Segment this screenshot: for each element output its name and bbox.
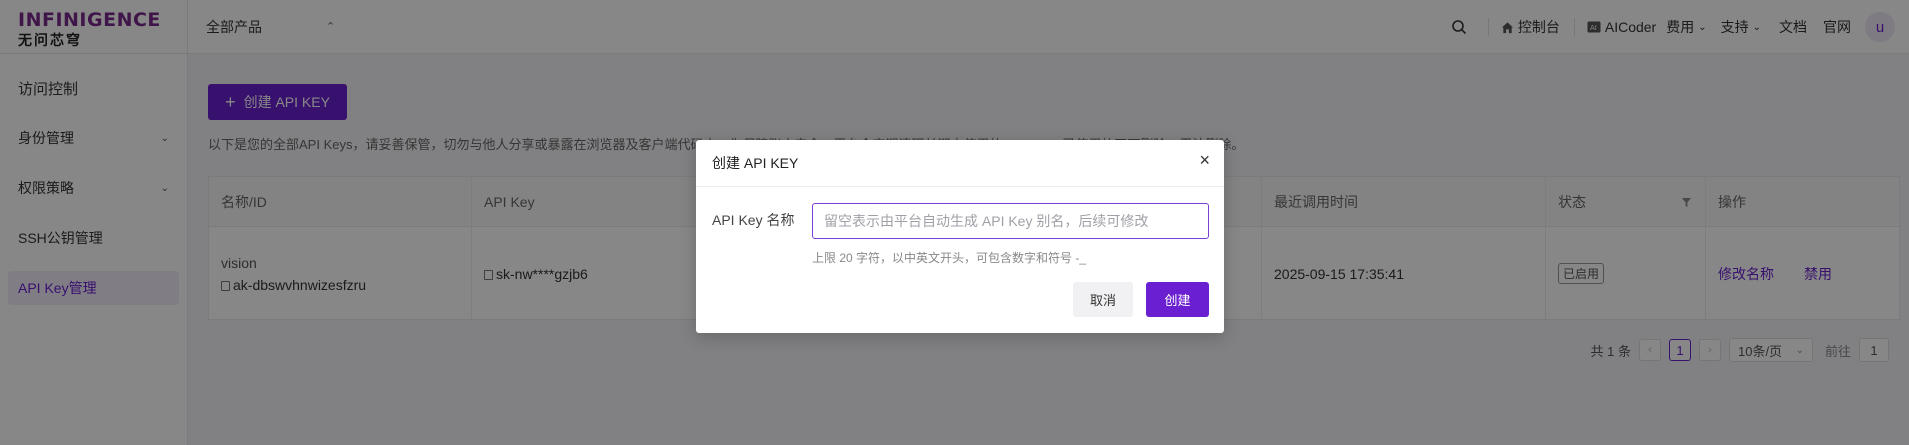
close-icon[interactable]: × [1199, 150, 1210, 171]
dialog-divider [696, 186, 1224, 187]
api-key-name-input[interactable] [812, 203, 1209, 239]
app-root: INFINIGENCE 无问芯穹 全部产品 ⌃ 控制台 AI AICoder 费… [0, 0, 1909, 445]
cancel-button[interactable]: 取消 [1073, 282, 1133, 317]
create-button[interactable]: 创建 [1146, 282, 1209, 317]
api-key-name-hint: 上限 20 字符，以中英文开头，可包含数字和符号 -_ [812, 251, 1087, 265]
create-api-key-dialog: 创建 API KEY × API Key 名称 上限 20 字符，以中英文开头，… [696, 140, 1224, 333]
api-key-name-label: API Key 名称 [712, 212, 795, 228]
dialog-title: 创建 API KEY [712, 155, 799, 171]
